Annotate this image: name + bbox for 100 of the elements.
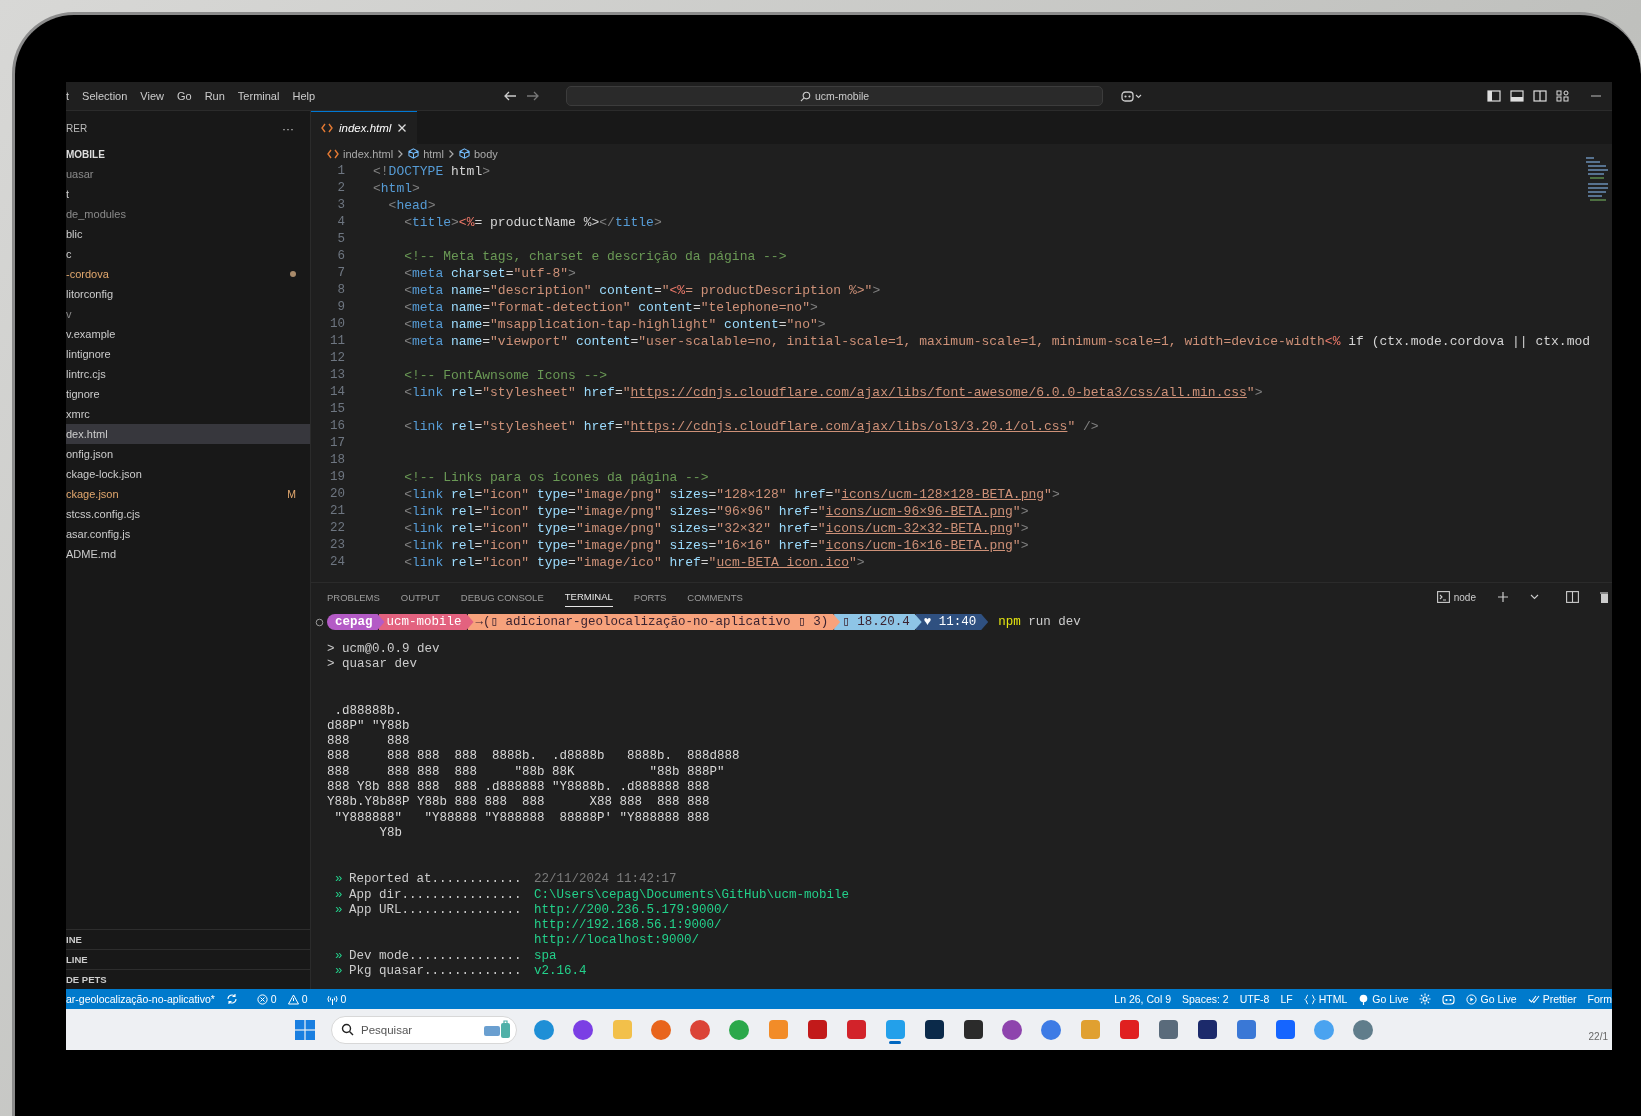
project-header[interactable]: MOBILE bbox=[66, 146, 310, 164]
line-number: 17 bbox=[329, 435, 345, 452]
file-item[interactable]: uasar bbox=[66, 164, 310, 184]
file-item[interactable]: blic bbox=[66, 224, 310, 244]
file-item[interactable]: litorconfig bbox=[66, 284, 310, 304]
menu-item[interactable]: Terminal bbox=[237, 90, 280, 102]
bullet-marker: » bbox=[335, 964, 344, 980]
panel-tab[interactable]: PROBLEMS bbox=[327, 587, 380, 607]
code-line: <link rel="icon" type="image/png" sizes="16×16" href="icons/ucm-16×16-BETA.png"> bbox=[403, 537, 1029, 554]
status-item[interactable]: Form bbox=[1587, 993, 1612, 1005]
error-count[interactable]: 0 bbox=[256, 993, 277, 1005]
section-header[interactable]: INE bbox=[66, 929, 310, 949]
status-item[interactable]: UTF-8 bbox=[1239, 993, 1270, 1005]
section-header[interactable]: LINE bbox=[66, 949, 310, 969]
copilot-status[interactable] bbox=[1442, 993, 1456, 1005]
file-item[interactable]: lintignore bbox=[66, 344, 310, 364]
status-item[interactable]: LF bbox=[1280, 993, 1293, 1005]
panel-tab[interactable]: OUTPUT bbox=[400, 587, 440, 607]
breadcrumb-item[interactable]: index.html bbox=[343, 147, 394, 160]
file-item[interactable]: de_modules bbox=[66, 204, 310, 224]
panel-tab[interactable]: PORTS bbox=[633, 587, 667, 607]
menu-item[interactable]: Help bbox=[292, 90, 316, 102]
panel-tab[interactable]: DEBUG CONSOLE bbox=[460, 587, 544, 607]
ports-count[interactable]: 0 bbox=[326, 993, 347, 1005]
file-item[interactable]: t bbox=[66, 184, 310, 204]
info-value: http://192.168.56.1:9000/ bbox=[534, 918, 723, 934]
git-status-letter: M bbox=[287, 488, 296, 500]
file-item[interactable]: stcss.config.cjs bbox=[66, 504, 310, 524]
file-item[interactable]: -cordova bbox=[66, 264, 310, 284]
panel-tab[interactable]: TERMINAL bbox=[564, 587, 613, 607]
breadcrumb-item[interactable]: body bbox=[473, 147, 498, 160]
code-line: <meta charset="utf-8"> bbox=[403, 265, 576, 282]
panel-toggle-icon[interactable] bbox=[1510, 90, 1524, 102]
code-line: <title><%= productName %></title> bbox=[403, 214, 662, 231]
info-value: spa bbox=[534, 948, 557, 965]
panel-tab[interactable]: COMMENTS bbox=[687, 587, 743, 607]
robot-face-icon[interactable] bbox=[1121, 90, 1144, 102]
menu-item[interactable]: t bbox=[66, 90, 70, 102]
terminal-selector[interactable]: node bbox=[1436, 591, 1476, 603]
chevron-right-icon bbox=[447, 148, 455, 159]
status-icon-button[interactable] bbox=[1419, 993, 1432, 1005]
file-item[interactable]: asar.config.js bbox=[66, 524, 310, 544]
windows-logo-icon[interactable] bbox=[295, 1019, 315, 1040]
sync-icon[interactable] bbox=[225, 993, 238, 1005]
code-line: <meta name="viewport" content="user-scalable=no, initial-scale=1, maximum-scale=1, minimum-scale=1, width=device-width<% if (ctx.mode.cordova || ctx.mod bbox=[403, 333, 1591, 350]
menu-item[interactable]: Run bbox=[204, 90, 225, 102]
back-arrow-icon[interactable] bbox=[503, 90, 518, 102]
file-item[interactable]: ckage.json M bbox=[66, 484, 310, 504]
terminal-output-line: > quasar dev bbox=[327, 657, 418, 673]
taskbar-search-field[interactable]: Pesquisar bbox=[331, 1015, 517, 1044]
layout-grid-icon[interactable] bbox=[1556, 90, 1570, 102]
branch-status[interactable]: ar-geolocalização-no-aplicativo* bbox=[66, 993, 215, 1005]
info-value: C:\Users\cepag\Documents\GitHub\ucm-mobile bbox=[534, 887, 850, 903]
file-item[interactable]: dex.html bbox=[66, 424, 310, 444]
close-icon[interactable] bbox=[397, 123, 408, 133]
bullet-marker: » bbox=[335, 948, 344, 965]
warning-count[interactable]: 0 bbox=[287, 993, 308, 1005]
search-field[interactable]: ucm-mobile bbox=[566, 86, 1104, 106]
trash-icon[interactable] bbox=[1600, 591, 1608, 603]
info-value: 22/11/2024 11:42:17 bbox=[534, 872, 677, 888]
status-item[interactable]: Spaces: 2 bbox=[1181, 993, 1229, 1005]
status-item[interactable]: Ln 26, Col 9 bbox=[1114, 993, 1171, 1005]
line-number: 23 bbox=[329, 537, 345, 554]
sidebar-toggle-icon[interactable] bbox=[1487, 90, 1501, 102]
file-item[interactable]: v bbox=[66, 304, 310, 324]
code-line: <head> bbox=[387, 197, 436, 214]
info-value: http://200.236.5.179:9000/ bbox=[534, 902, 730, 919]
code-line: <link rel="icon" type="image/png" sizes="96×96" href="icons/ucm-96×96-BETA.png"> bbox=[403, 503, 1029, 520]
go-live-button[interactable]: Go Live bbox=[1466, 993, 1517, 1005]
file-item[interactable]: c bbox=[66, 244, 310, 264]
menu-item[interactable]: View bbox=[140, 90, 164, 102]
circle-icon bbox=[315, 617, 324, 627]
file-item[interactable]: xmrc bbox=[66, 404, 310, 424]
line-number: 18 bbox=[329, 452, 345, 469]
language-mode[interactable]: HTML bbox=[1303, 993, 1348, 1005]
prompt-segment: ucm-mobile bbox=[378, 614, 474, 630]
go-live-button[interactable]: Go Live bbox=[1358, 993, 1409, 1005]
editor-tab[interactable]: index.html bbox=[311, 111, 418, 144]
plus-icon[interactable] bbox=[1497, 591, 1509, 603]
breadcrumb-item[interactable]: html bbox=[423, 147, 444, 160]
file-item[interactable]: tignore bbox=[66, 384, 310, 404]
broadcast-icon bbox=[1358, 993, 1370, 1005]
menu-item[interactable]: Go bbox=[177, 90, 192, 102]
modified-dot bbox=[290, 271, 296, 277]
file-item[interactable]: v.example bbox=[66, 324, 310, 344]
menu-item[interactable]: Selection bbox=[82, 90, 128, 102]
file-item[interactable]: onfig.json bbox=[66, 444, 310, 464]
forward-arrow-icon[interactable] bbox=[526, 90, 541, 102]
file-item[interactable]: ADME.md bbox=[66, 544, 310, 564]
prettier-status[interactable]: Prettier bbox=[1527, 993, 1577, 1005]
more-actions[interactable]: ··· bbox=[282, 121, 294, 136]
file-item[interactable]: lintrc.cjs bbox=[66, 364, 310, 384]
chevron-down-icon[interactable] bbox=[1530, 593, 1539, 601]
line-number: 13 bbox=[329, 367, 345, 384]
split-layout-icon[interactable] bbox=[1533, 90, 1547, 102]
code-line: <!DOCTYPE html> bbox=[373, 163, 491, 180]
explorer-title: RER bbox=[66, 123, 88, 134]
code-line: <link rel="icon" type="image/png" sizes="32×32" href="icons/ucm-32×32-BETA.png"> bbox=[403, 520, 1029, 537]
split-terminal-icon[interactable] bbox=[1566, 591, 1579, 603]
file-item[interactable]: ckage-lock.json bbox=[66, 464, 310, 484]
